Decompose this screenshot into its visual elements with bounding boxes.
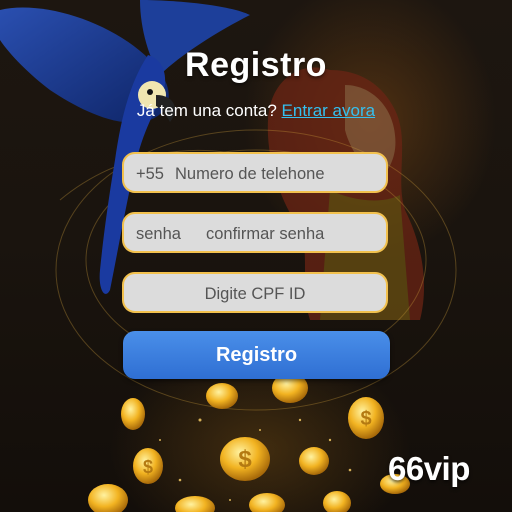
phone-field[interactable]: +55 Numero de telehone xyxy=(122,152,388,193)
country-code[interactable]: +55 xyxy=(136,165,164,184)
brand-logo: 66vip xyxy=(388,450,470,487)
dollar-coin-icon: $ $ $ xyxy=(88,373,410,512)
password-field[interactable]: senha confirmar senha xyxy=(122,212,388,253)
svg-text:$: $ xyxy=(143,457,153,477)
registration-screen: $ $ $ Registro Já tem una conta? Entrar … xyxy=(0,0,512,512)
svg-text:$: $ xyxy=(238,446,252,473)
login-link[interactable]: Entrar avora xyxy=(282,101,376,120)
login-prompt-text: Já tem una conta? xyxy=(136,101,277,120)
cpf-placeholder: Digite CPF ID xyxy=(204,285,306,303)
login-prompt: Já tem una conta? Entrar avora xyxy=(0,101,512,121)
confirm-password-label: confirmar senha xyxy=(206,225,325,243)
register-button[interactable]: Registro xyxy=(123,331,390,379)
cpf-field[interactable]: Digite CPF ID xyxy=(122,272,388,313)
svg-text:$: $ xyxy=(360,408,371,430)
password-label: senha xyxy=(136,225,181,243)
page-title: Registro xyxy=(185,46,327,84)
phone-placeholder: Numero de telehone xyxy=(175,165,325,183)
